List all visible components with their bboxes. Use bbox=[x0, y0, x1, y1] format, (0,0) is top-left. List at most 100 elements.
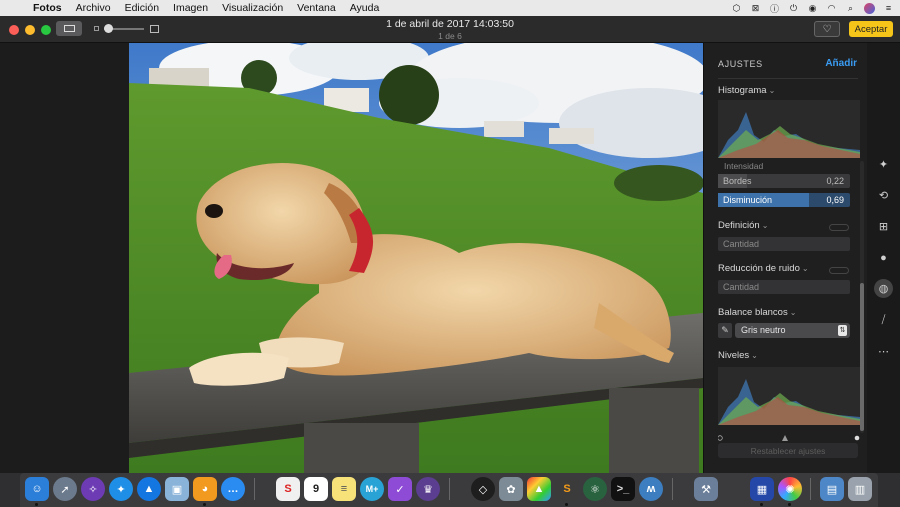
zoom-small-icon bbox=[94, 26, 99, 31]
menu-ventana[interactable]: Ventana bbox=[290, 2, 343, 14]
zoom-slider[interactable] bbox=[94, 22, 162, 36]
dock-calendar-icon[interactable]: 9 bbox=[304, 477, 328, 501]
dock-sketch-icon[interactable]: S bbox=[276, 477, 300, 501]
white-balance-section-toggle[interactable]: Balance blancos ⌄ bbox=[718, 307, 796, 318]
favorite-button[interactable]: ♡ bbox=[814, 21, 840, 37]
view-icon bbox=[63, 25, 75, 32]
adjust-header: AJUSTES bbox=[718, 59, 763, 69]
adjust-icon[interactable]: ◍ bbox=[874, 279, 893, 298]
dock-notes-icon[interactable]: ≡ bbox=[332, 477, 356, 501]
dock-pilot-icon[interactable]: ▲ bbox=[137, 477, 161, 501]
power-icon[interactable]: ⏻ bbox=[788, 3, 799, 13]
white-balance-value: Gris neutro bbox=[741, 325, 786, 335]
dock-codekit-icon[interactable]: ◇ bbox=[471, 477, 495, 501]
dock-running-dot bbox=[788, 503, 791, 506]
dock-separator bbox=[810, 478, 811, 500]
dock-messages-icon[interactable]: … bbox=[221, 477, 245, 501]
dock-sublime-icon[interactable]: S bbox=[555, 477, 579, 501]
menu-archivo[interactable]: Archivo bbox=[69, 2, 118, 14]
close-window-button[interactable] bbox=[9, 25, 19, 35]
menu-ayuda[interactable]: Ayuda bbox=[343, 2, 387, 14]
edit-tools-column: ✦ ⟲ ⊞ ● ◍ ⧸ ⋯ bbox=[867, 43, 900, 473]
eyedropper-icon[interactable]: ✎ bbox=[718, 323, 732, 338]
black-point-handle bbox=[717, 435, 723, 441]
menu-edicion[interactable]: Edición bbox=[118, 2, 166, 14]
dock-ceramic-icon[interactable]: ʍ bbox=[639, 477, 663, 501]
menu-fotos[interactable]: Fotos bbox=[26, 2, 69, 14]
dock-alfred-icon[interactable]: ♛ bbox=[416, 477, 440, 501]
dock-terminal-icon[interactable]: >_ bbox=[611, 477, 635, 501]
more-icon[interactable]: ⋯ bbox=[874, 342, 893, 361]
view-toggle-button[interactable] bbox=[56, 21, 82, 36]
chevron-down-icon: ⌄ bbox=[761, 221, 769, 230]
dropbox-icon[interactable]: ⬡ bbox=[731, 3, 742, 13]
dock-iphoto-upload-icon[interactable]: ▦ bbox=[750, 477, 774, 501]
histogram-label: Histograma bbox=[718, 85, 767, 96]
retouch-icon[interactable]: ⧸ bbox=[874, 311, 893, 330]
dock-launchpad-icon[interactable]: ➚ bbox=[53, 477, 77, 501]
definition-auto-toggle[interactable] bbox=[829, 224, 849, 231]
dock-photos-icon[interactable]: ✺ bbox=[778, 477, 802, 501]
dock-running-dot bbox=[203, 503, 206, 506]
levels-histogram[interactable] bbox=[718, 367, 860, 425]
wifi-icon[interactable]: ◠ bbox=[826, 3, 837, 13]
midpoint-handle bbox=[782, 435, 788, 441]
dock-finder-icon[interactable]: ☺ bbox=[25, 477, 49, 501]
close-box-icon[interactable]: ⊠ bbox=[750, 3, 761, 13]
chevron-down-icon: ⌄ bbox=[789, 308, 797, 317]
menu-visualizacion[interactable]: Visualización bbox=[215, 2, 290, 14]
noise-section-toggle[interactable]: Reducción de ruido ⌄ bbox=[718, 263, 809, 274]
dock-safari-alt-icon[interactable]: ✧ bbox=[81, 477, 105, 501]
dock-omnifocus-icon[interactable]: ✓ bbox=[388, 477, 412, 501]
dock-separator bbox=[254, 478, 255, 500]
zoom-knob[interactable] bbox=[104, 24, 113, 33]
reset-adjustments-button[interactable]: Restablecer ajustes bbox=[718, 443, 858, 458]
noise-amount-slider[interactable]: Cantidad bbox=[718, 280, 850, 294]
edges-label: Bordes bbox=[723, 176, 752, 186]
photo-dog-on-bench[interactable] bbox=[129, 43, 703, 473]
chevron-down-icon: ⌄ bbox=[768, 86, 776, 95]
levels-graph bbox=[718, 379, 860, 425]
minimize-window-button[interactable] bbox=[25, 25, 35, 35]
dock-lion-icon[interactable]: ◕ bbox=[193, 477, 217, 501]
dock-folder-icon[interactable]: ▤ bbox=[820, 477, 844, 501]
panel-scroll-thumb[interactable] bbox=[860, 283, 864, 431]
add-adjustment-button[interactable]: Añadir bbox=[825, 58, 857, 69]
info-icon[interactable]: ⓘ bbox=[769, 3, 780, 14]
dock-gas-mask-icon[interactable]: ✿ bbox=[499, 477, 523, 501]
dock-safari-icon[interactable]: ✦ bbox=[109, 477, 133, 501]
crop-icon[interactable]: ⊞ bbox=[874, 217, 893, 236]
menu-imagen[interactable]: Imagen bbox=[166, 2, 215, 14]
dock-atom-icon[interactable]: ⚛ bbox=[583, 477, 607, 501]
avatar[interactable] bbox=[864, 2, 875, 14]
shield-icon[interactable]: ◉ bbox=[807, 3, 818, 13]
dock-xcode-tools-icon[interactable]: ⚒ bbox=[694, 477, 718, 501]
dock-colorsync-icon[interactable]: ▲ bbox=[527, 477, 551, 501]
list-icon[interactable]: ≡ bbox=[883, 3, 894, 13]
magic-wand-icon[interactable]: ✦ bbox=[874, 155, 893, 174]
dock-preview-icon[interactable]: ▣ bbox=[165, 477, 189, 501]
zoom-large-icon bbox=[150, 25, 159, 33]
definition-section-toggle[interactable]: Definición ⌄ bbox=[718, 220, 768, 231]
adjust-panel: AJUSTES Añadir Histograma ⌄ Intensidad Bo… bbox=[703, 43, 867, 473]
rotate-icon[interactable]: ⟲ bbox=[874, 186, 893, 205]
noise-auto-toggle[interactable] bbox=[829, 267, 849, 274]
photo-image bbox=[129, 43, 703, 473]
levels-section-toggle[interactable]: Niveles ⌄ bbox=[718, 350, 758, 361]
slider-falloff[interactable]: Disminución 0,69 bbox=[718, 193, 850, 207]
levels-label: Niveles bbox=[718, 350, 750, 361]
maximize-window-button[interactable] bbox=[41, 25, 51, 35]
filters-icon[interactable]: ● bbox=[874, 248, 893, 267]
dock-running-dot bbox=[760, 503, 763, 506]
dock-trash-icon[interactable]: ▥ bbox=[848, 477, 872, 501]
histogram-section-toggle[interactable]: Histograma ⌄ bbox=[718, 85, 775, 96]
definition-amount-slider[interactable]: Cantidad bbox=[718, 237, 850, 251]
search-icon[interactable]: ⌕ bbox=[845, 3, 856, 13]
dock-mplus-icon[interactable]: M+ bbox=[360, 477, 384, 501]
slider-edges[interactable]: Bordes 0,22 bbox=[718, 174, 850, 188]
window-controls bbox=[9, 25, 51, 35]
accept-button[interactable]: Aceptar bbox=[849, 21, 893, 37]
white-balance-select[interactable]: Gris neutro ⇅ bbox=[735, 323, 850, 338]
panel-scrollbar[interactable] bbox=[860, 161, 864, 433]
edges-value: 0,22 bbox=[826, 176, 844, 186]
